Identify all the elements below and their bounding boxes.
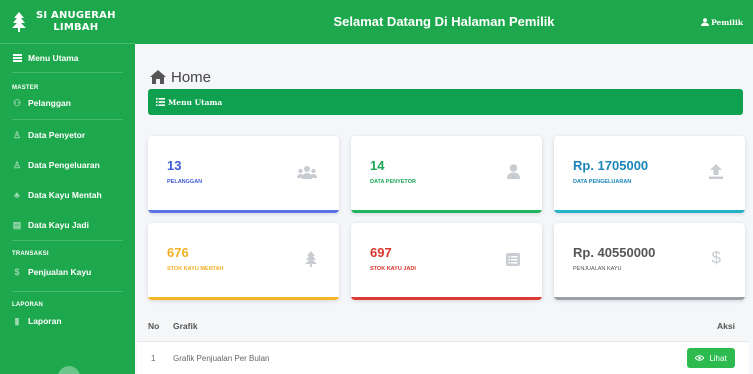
- user-name: Pemilik: [711, 17, 743, 27]
- card-stok-kayu-mentah[interactable]: 676 STOK KAYU MENTAH: [148, 223, 339, 300]
- list-icon: [156, 98, 165, 106]
- card-accent-bar: [554, 297, 745, 300]
- card-accent-bar: [351, 210, 542, 213]
- card-label: DATA PENYETOR: [370, 179, 416, 185]
- page-title: Home: [150, 67, 211, 87]
- card-accent-bar: [148, 297, 339, 300]
- sidebar-item-penjualan-kayu[interactable]: $ Penjualan Kayu: [0, 261, 135, 283]
- menu-utama-bar: Menu Utama: [148, 89, 743, 115]
- sidebar-item-laporan[interactable]: ▮ Laporan: [0, 312, 135, 330]
- card-value: 14: [370, 158, 385, 173]
- sidebar-item-label: Data Penyetor: [28, 130, 86, 140]
- list-icon: ▤: [12, 219, 22, 230]
- card-accent-bar: [148, 210, 339, 213]
- table-header-row: No Grafik Aksi: [137, 310, 749, 341]
- card-value: 676: [167, 245, 189, 260]
- dollar-icon: $: [711, 248, 721, 267]
- user-menu[interactable]: Pemilik: [701, 0, 743, 44]
- sidebar-item-label: Data Kayu Mentah: [28, 190, 102, 200]
- lihat-button[interactable]: Lihat: [687, 348, 735, 368]
- lihat-label: Lihat: [709, 353, 727, 363]
- list-icon: [506, 253, 520, 266]
- card-data-pengeluaran[interactable]: Rp. 1705000 DATA PENGELUARAN: [554, 136, 745, 213]
- user-icon: ♙: [12, 159, 22, 170]
- table-row: 1 Grafik Penjualan Per Bulan Lihat: [137, 341, 749, 374]
- eye-icon: [695, 355, 705, 361]
- row-grafik: Grafik Penjualan Per Bulan: [173, 353, 270, 363]
- sidebar-item-pelanggan[interactable]: ⚇ Pelanggan: [0, 93, 135, 113]
- page-welcome-title: Selamat Datang Di Halaman Pemilik: [333, 14, 555, 29]
- user-icon: [701, 18, 710, 26]
- user-icon: [507, 164, 520, 179]
- sidebar-item-label: Menu Utama: [28, 53, 79, 63]
- card-pelanggan[interactable]: 13 PELANGGAN: [148, 136, 339, 213]
- sidebar-item-label: Data Pengeluaran: [28, 160, 100, 170]
- sidebar-toggle-button[interactable]: [58, 366, 80, 374]
- list-icon: [12, 54, 22, 63]
- grafik-table: No Grafik Aksi 1 Grafik Penjualan Per Bu…: [137, 310, 749, 374]
- topbar: Selamat Datang Di Halaman Pemilik Pemili…: [135, 0, 753, 44]
- sidebar-item-data-pengeluaran[interactable]: ♙ Data Pengeluaran: [0, 150, 135, 180]
- file-icon: ▮: [14, 315, 20, 326]
- card-stok-kayu-jadi[interactable]: 697 STOK KAYU JADI: [351, 223, 542, 300]
- card-label: PENJUALAN KAYU: [573, 266, 622, 272]
- sidebar-item-label: Laporan: [28, 316, 62, 326]
- sidebar-item-data-kayu-mentah[interactable]: ♣ Data Kayu Mentah: [0, 180, 135, 210]
- sidebar-item-label: Penjualan Kayu: [28, 267, 92, 277]
- card-data-penyetor[interactable]: 14 DATA PENYETOR: [351, 136, 542, 213]
- sidebar-heading-master: MASTER: [12, 85, 39, 91]
- card-label: STOK KAYU JADI: [370, 266, 416, 272]
- users-icon: ⚇: [12, 97, 22, 108]
- card-accent-bar: [554, 210, 745, 213]
- tree-icon: [305, 251, 317, 267]
- user-icon: ♙: [12, 129, 22, 140]
- column-header-aksi: Aksi: [717, 320, 735, 331]
- sidebar-item-data-kayu-jadi[interactable]: ▤ Data Kayu Jadi: [0, 210, 135, 240]
- card-penjualan-kayu[interactable]: Rp. 40550000 PENJUALAN KAYU $: [554, 223, 745, 300]
- card-accent-bar: [351, 297, 542, 300]
- sidebar: SI ANUGERAH LIMBAH Menu Utama MASTER ⚇ P…: [0, 0, 135, 374]
- sidebar-item-label: Data Kayu Jadi: [28, 220, 89, 230]
- sidebar-heading-transaksi: TRANSAKSI: [12, 251, 49, 257]
- page-title-text: Home: [171, 68, 212, 86]
- dollar-icon: $: [14, 267, 20, 277]
- card-label: PELANGGAN: [167, 179, 203, 185]
- upload-icon: [709, 164, 723, 179]
- sidebar-item-label: Pelanggan: [28, 98, 71, 108]
- brand[interactable]: SI ANUGERAH LIMBAH: [0, 0, 135, 44]
- users-icon: [297, 166, 317, 179]
- app-name: SI ANUGERAH LIMBAH: [36, 9, 116, 33]
- tree-icon: ♣: [14, 190, 20, 200]
- sidebar-item-menu-utama[interactable]: Menu Utama: [0, 44, 135, 72]
- sidebar-item-data-penyetor[interactable]: ♙ Data Penyetor: [0, 120, 135, 150]
- card-value: Rp. 1705000: [573, 158, 649, 173]
- card-label: DATA PENGELUARAN: [573, 179, 632, 185]
- column-header-no: No: [148, 320, 160, 331]
- sidebar-heading-laporan: LAPORAN: [12, 302, 44, 308]
- row-no: 1: [151, 353, 156, 363]
- tree-icon: [12, 11, 26, 32]
- home-icon: [150, 70, 166, 84]
- card-value: 13: [167, 158, 182, 173]
- card-label: STOK KAYU MENTAH: [167, 266, 224, 272]
- menu-bar-label: Menu Utama: [168, 97, 223, 107]
- column-header-grafik: Grafik: [173, 320, 198, 331]
- card-value: Rp. 40550000: [573, 245, 656, 260]
- card-value: 697: [370, 245, 392, 260]
